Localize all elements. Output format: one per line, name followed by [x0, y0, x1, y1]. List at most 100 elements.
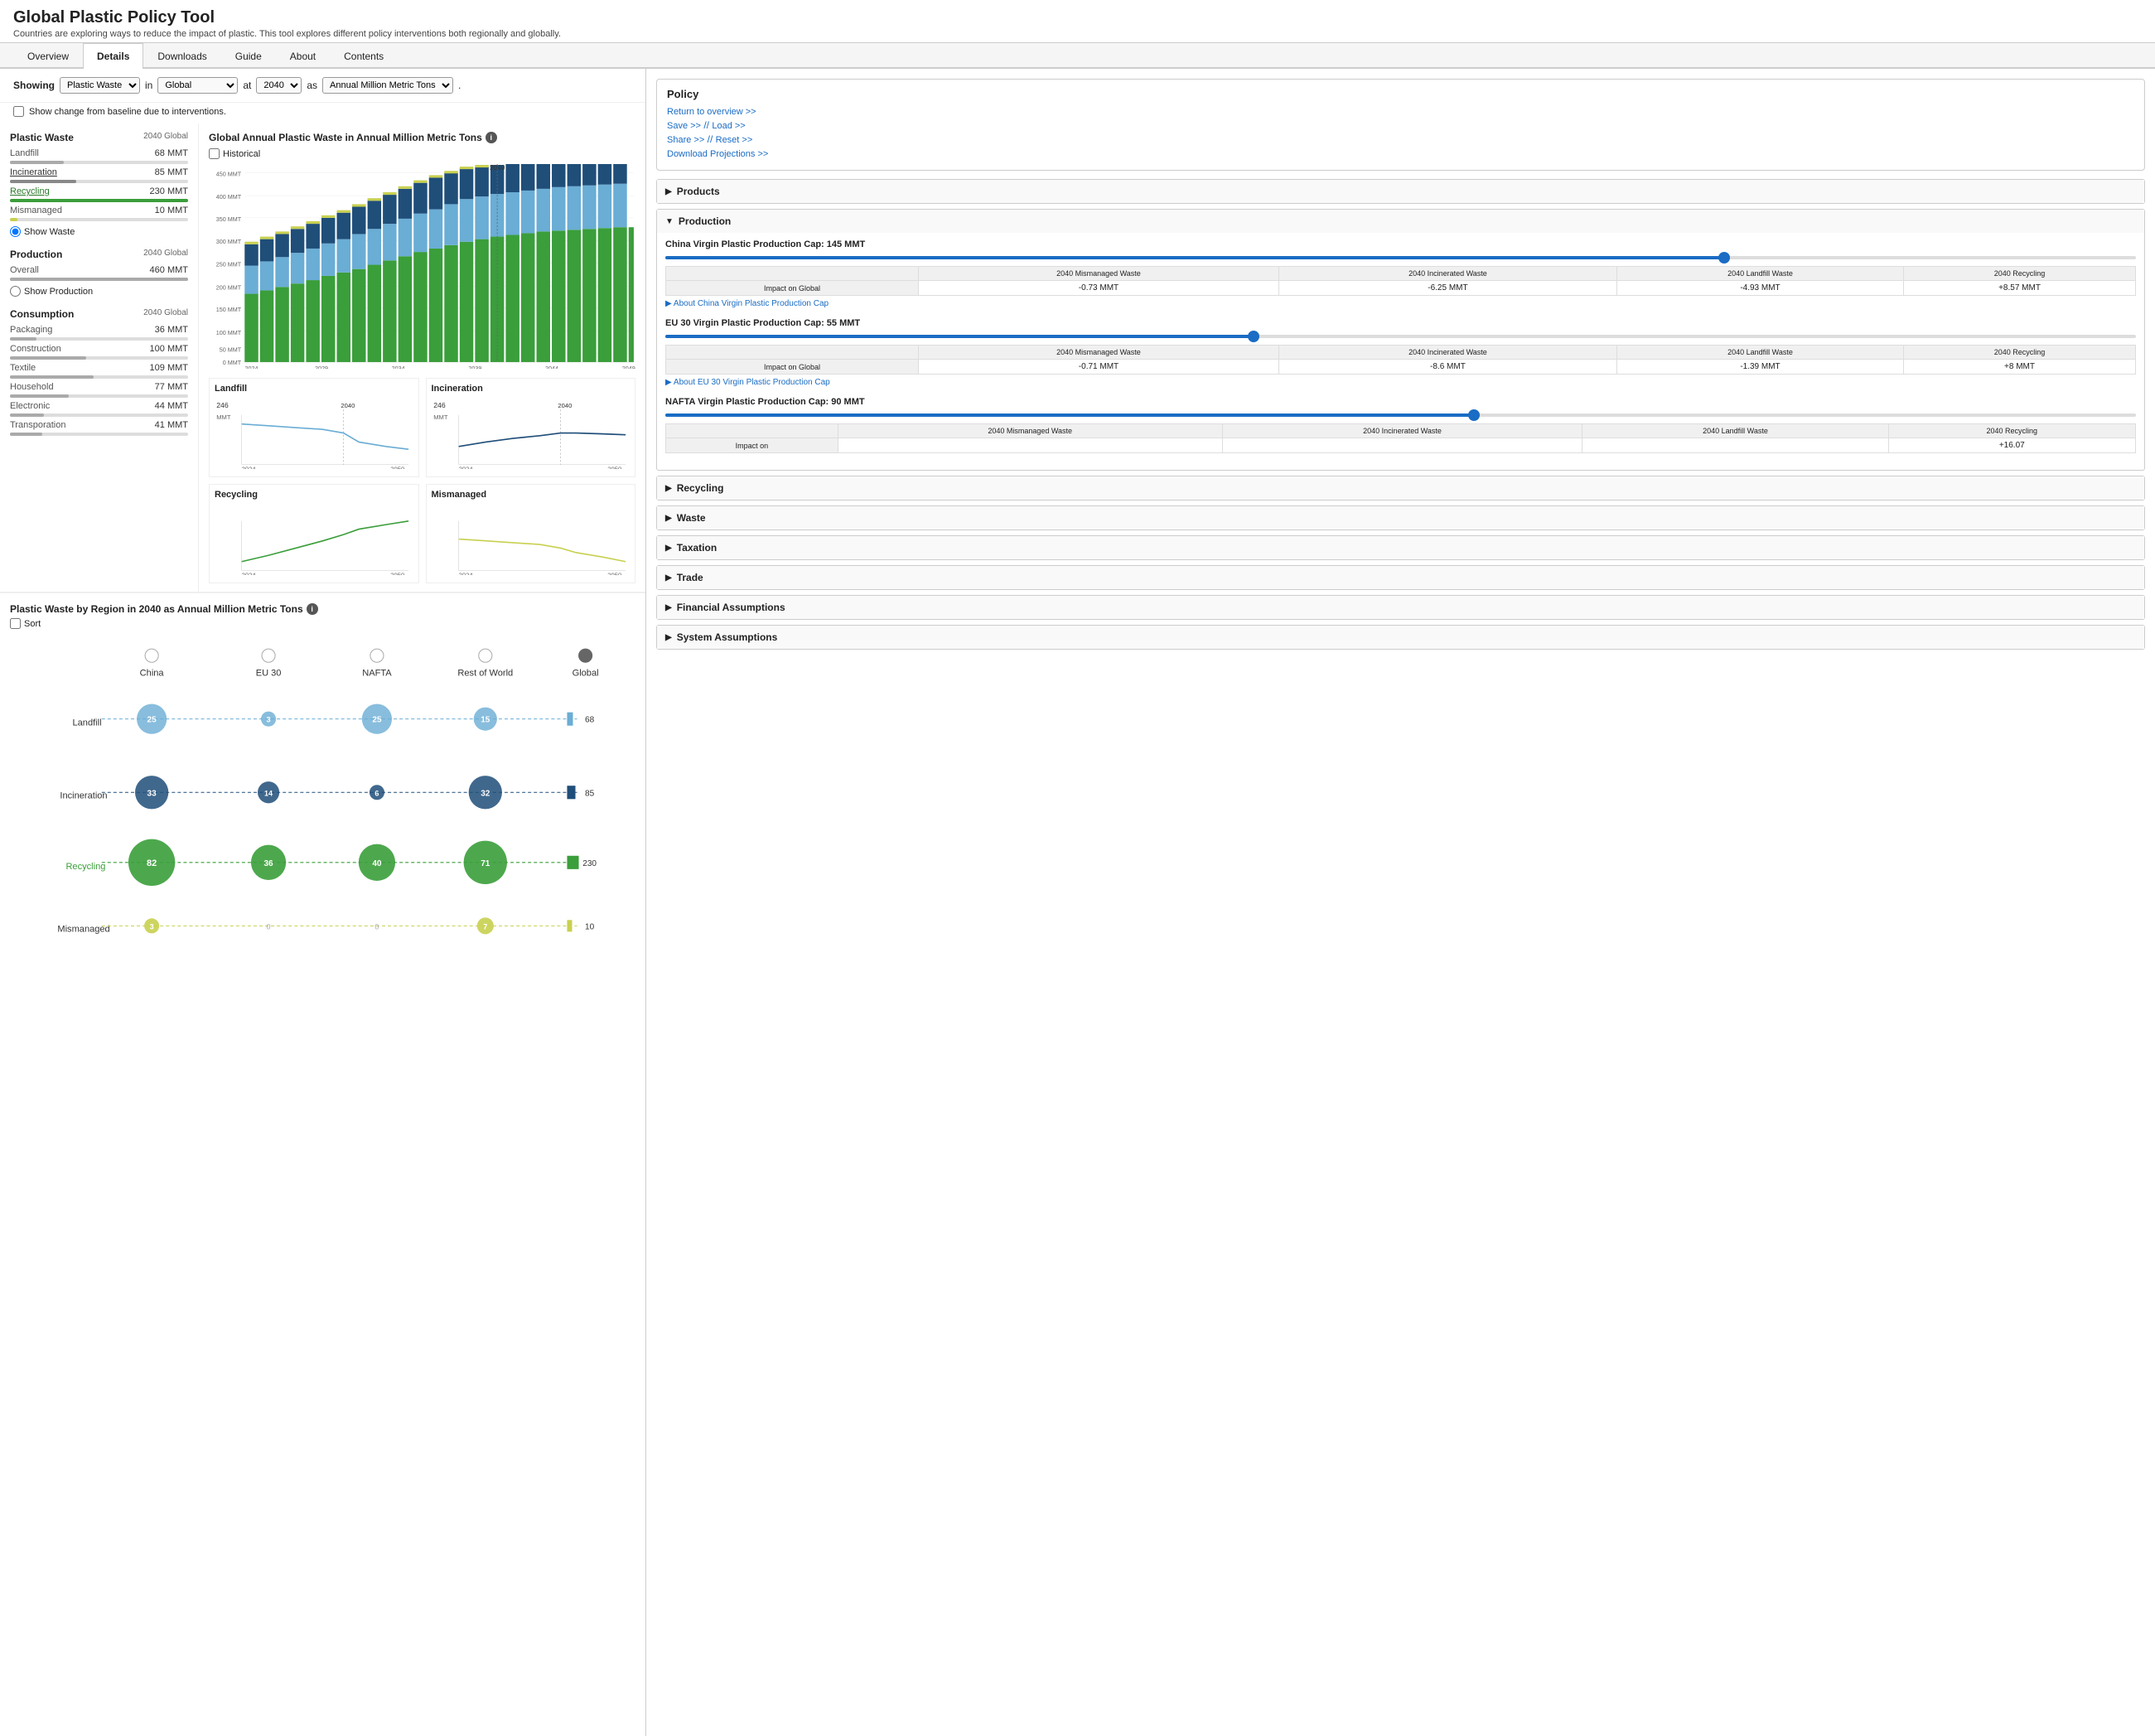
in-label: in — [145, 80, 152, 91]
nafta-slider-container — [665, 413, 2136, 417]
stat-row-packaging: Packaging 36 MMT — [10, 325, 188, 335]
stats-chart-grid: Plastic Waste 2040 Global Landfill 68 MM… — [0, 123, 645, 592]
region-section: Plastic Waste by Region in 2040 as Annua… — [0, 592, 645, 965]
eu30-slider-track — [665, 335, 2136, 338]
packaging-label: Packaging — [10, 325, 52, 335]
svg-text:230: 230 — [582, 859, 597, 868]
production-title: Production — [10, 249, 62, 260]
svg-text:250 MMT: 250 MMT — [216, 261, 242, 268]
nafta-impact-table: 2040 Mismanaged Waste 2040 Incinerated W… — [665, 423, 2136, 453]
tab-overview[interactable]: Overview — [13, 43, 83, 69]
mismanaged-label: Mismanaged — [10, 206, 62, 215]
eu30-about-link[interactable]: ▶ About EU 30 Virgin Plastic Production … — [665, 378, 2136, 387]
china-slider-thumb[interactable] — [1718, 252, 1730, 264]
textile-value: 109 MMT — [150, 363, 188, 373]
svg-text:246: 246 — [216, 401, 229, 409]
unit-select[interactable]: Annual Million Metric Tons Percentage — [322, 77, 453, 94]
accordion-taxation-header[interactable]: ▶ Taxation — [657, 536, 2144, 559]
china-mismanaged-val: -0.73 MMT — [918, 281, 1278, 296]
show-waste-radio[interactable] — [10, 226, 21, 237]
svg-text:10: 10 — [585, 923, 595, 932]
svg-text:85: 85 — [585, 790, 595, 799]
change-baseline-checkbox[interactable] — [13, 106, 24, 117]
nafta-landfill-val — [1582, 438, 1888, 453]
consumption-title: Consumption — [10, 308, 74, 320]
accordion-financial-header[interactable]: ▶ Financial Assumptions — [657, 596, 2144, 619]
svg-text:Recycling: Recycling — [65, 862, 105, 872]
tab-contents[interactable]: Contents — [330, 43, 398, 69]
svg-text:2050: 2050 — [607, 465, 621, 469]
tab-details[interactable]: Details — [83, 43, 143, 69]
accordion-products-header[interactable]: ▶ Products — [657, 180, 2144, 203]
app-subtitle: Countries are exploring ways to reduce t… — [13, 29, 2142, 39]
svg-text:68: 68 — [585, 716, 595, 725]
electronic-bar — [10, 413, 44, 417]
load-link[interactable]: Load >> — [712, 121, 745, 131]
transportation-value: 41 MMT — [155, 420, 188, 430]
sort-checkbox[interactable] — [10, 618, 21, 629]
accordion-recycling-header[interactable]: ▶ Recycling — [657, 476, 2144, 500]
svg-text:2040: 2040 — [490, 164, 505, 172]
return-to-overview-link[interactable]: Return to overview >> — [667, 107, 756, 117]
nafta-th-empty — [666, 424, 838, 438]
recycling-triangle: ▶ — [665, 484, 672, 493]
eu30-th-empty — [666, 346, 919, 360]
financial-acc-label: Financial Assumptions — [677, 602, 785, 613]
textile-label: Textile — [10, 363, 36, 373]
china-th-landfill: 2040 Landfill Waste — [1616, 267, 1903, 281]
construction-value: 100 MMT — [150, 344, 188, 354]
download-projections-link[interactable]: Download Projections >> — [667, 149, 768, 159]
main-chart-info-icon[interactable]: i — [486, 132, 497, 143]
incineration-small-chart: Incineration 246 MMT 2040 2024 2050 — [426, 378, 636, 477]
trade-triangle: ▶ — [665, 573, 672, 583]
svg-text:7: 7 — [483, 923, 487, 931]
china-th-empty — [666, 267, 919, 281]
nafta-cap-title: NAFTA Virgin Plastic Production Cap: 90 … — [665, 397, 2136, 407]
show-production-label: Show Production — [24, 287, 93, 297]
svg-text:2040: 2040 — [341, 402, 355, 409]
metric-select[interactable]: Plastic Waste Production Consumption — [60, 77, 140, 94]
show-production-radio[interactable] — [10, 286, 21, 297]
reset-link[interactable]: Reset >> — [716, 135, 753, 145]
svg-text:Incineration: Incineration — [60, 791, 107, 801]
save-link[interactable]: Save >> — [667, 121, 701, 131]
eu30-slider-thumb[interactable] — [1248, 331, 1259, 342]
tab-downloads[interactable]: Downloads — [143, 43, 220, 69]
share-link[interactable]: Share >> — [667, 135, 704, 145]
accordion-system-header[interactable]: ▶ System Assumptions — [657, 626, 2144, 649]
incineration-value: 85 MMT — [155, 167, 188, 177]
at-label: at — [243, 80, 251, 91]
svg-text:2034: 2034 — [392, 365, 405, 369]
svg-text:Global: Global — [573, 669, 599, 679]
historical-checkbox[interactable] — [209, 148, 220, 159]
region-select[interactable]: Global China EU 30 NAFTA Rest of World — [157, 77, 238, 94]
recycling-value: 230 MMT — [150, 186, 188, 196]
china-about-link[interactable]: ▶ About China Virgin Plastic Production … — [665, 299, 2136, 308]
svg-text:2024: 2024 — [242, 572, 257, 576]
svg-text:2024: 2024 — [458, 465, 473, 469]
region-info-icon[interactable]: i — [307, 603, 318, 615]
accordion-waste-header[interactable]: ▶ Waste — [657, 506, 2144, 530]
nafta-th-incinerated: 2040 Incinerated Waste — [1222, 424, 1582, 438]
year-select[interactable]: 2040 2030 2050 — [256, 77, 302, 94]
change-baseline-row: Show change from baseline due to interve… — [0, 103, 645, 123]
landfill-bar — [10, 161, 64, 164]
system-acc-label: System Assumptions — [677, 631, 778, 643]
accordion-trade-header[interactable]: ▶ Trade — [657, 566, 2144, 589]
region-title-text: Plastic Waste by Region in 2040 as Annua… — [10, 603, 303, 615]
mismanaged-line-chart: 2024 2050 — [432, 503, 631, 575]
svg-text:25: 25 — [147, 716, 157, 725]
accordion-production-header[interactable]: ▼ Production — [657, 210, 2144, 233]
nafta-incinerated-val — [1222, 438, 1582, 453]
svg-text:3: 3 — [267, 716, 271, 724]
showing-bar: Showing Plastic Waste Production Consump… — [0, 69, 645, 103]
packaging-value: 36 MMT — [155, 325, 188, 335]
nafta-slider-thumb[interactable] — [1468, 409, 1480, 421]
china-impact-table: 2040 Mismanaged Waste 2040 Incinerated W… — [665, 266, 2136, 296]
nafta-impact-label: Impact on — [666, 438, 838, 453]
tab-about[interactable]: About — [276, 43, 330, 69]
accordion-financial: ▶ Financial Assumptions — [656, 595, 2145, 620]
svg-text:50 MMT: 50 MMT — [220, 346, 242, 354]
tab-guide[interactable]: Guide — [221, 43, 276, 69]
svg-text:0: 0 — [267, 923, 271, 931]
